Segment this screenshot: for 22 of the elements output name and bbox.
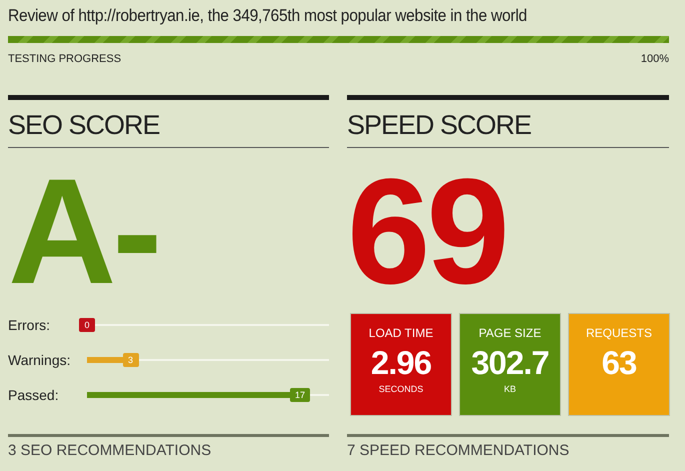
progress-label: TESTING PROGRESS <box>8 53 122 65</box>
speed-score: 69 <box>347 156 506 306</box>
recommendations-link[interactable]: 7 SPEED RECOMMENDATIONS <box>347 434 669 459</box>
page-title: Review of http://robertryan.ie, the 349,765th most popular website in the world <box>8 6 527 26</box>
tile-label: PAGE SIZE <box>478 326 542 340</box>
tile-label: REQUESTS <box>586 326 652 340</box>
metric-count: 0 <box>79 318 95 332</box>
metric-label: Warnings: <box>8 352 72 368</box>
tile-label: LOAD TIME <box>368 326 434 340</box>
recommendations-link[interactable]: 3 SEO RECOMMENDATIONS <box>8 434 329 459</box>
tile-unit: KB <box>504 384 516 394</box>
tile-unit: SECONDS <box>378 384 424 394</box>
metric-label: Passed: <box>8 387 60 403</box>
section-heading: SEO SCORE <box>8 100 329 148</box>
metric-count: 17 <box>290 388 310 402</box>
section-heading: SPEED SCORE <box>347 100 669 148</box>
progress-percent: 100% <box>640 53 669 65</box>
tile-value: 2.96 <box>370 344 432 382</box>
tile-value: 302.7 <box>471 344 549 382</box>
tile-value: 63 <box>602 344 636 382</box>
seo-grade: A- <box>8 156 158 306</box>
metric-count: 3 <box>122 353 139 367</box>
